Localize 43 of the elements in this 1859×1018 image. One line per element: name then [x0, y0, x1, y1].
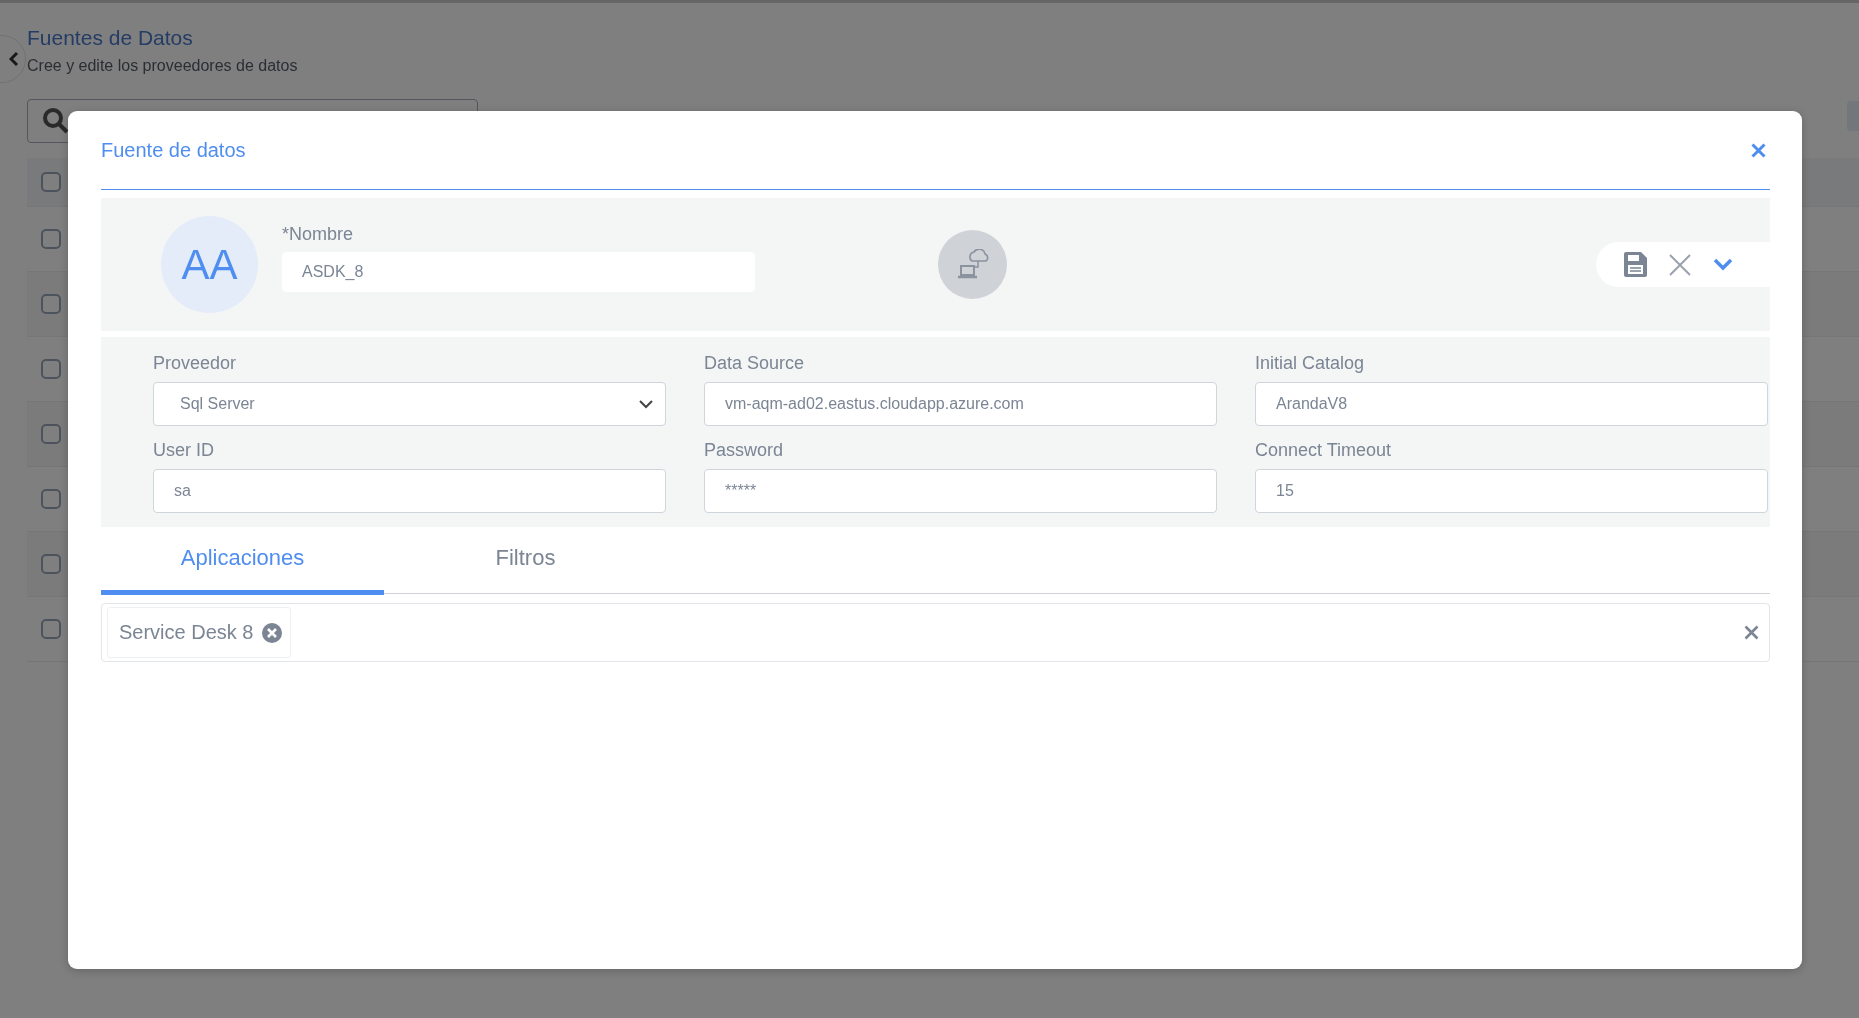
input-field[interactable]: sa [153, 469, 666, 513]
input-field[interactable]: ArandaV8 [1255, 382, 1768, 426]
close-icon [1751, 142, 1766, 158]
field-label: User ID [153, 439, 215, 461]
input-field[interactable]: ***** [704, 469, 1217, 513]
field-label: Data Source [704, 352, 806, 374]
save-button[interactable] [1624, 252, 1647, 277]
checkbox[interactable] [41, 619, 61, 639]
close-circle-icon [261, 622, 282, 643]
page-title: Fuentes de Datos [27, 25, 194, 51]
field-label: Initial Catalog [1255, 352, 1366, 374]
tab[interactable]: Aplicaciones [101, 527, 384, 595]
name-field[interactable]: ASDK_8 [282, 251, 755, 292]
checkbox[interactable] [41, 424, 61, 444]
chevron-down-icon [639, 399, 653, 409]
tab[interactable]: Filtros [384, 527, 667, 595]
field-label: *Nombre [282, 223, 355, 245]
field-label: Password [704, 439, 785, 461]
page-subtitle: Cree y edite los proveedores de datos [27, 57, 299, 75]
clear-button[interactable] [1744, 625, 1759, 640]
chevron-down-icon [1713, 258, 1733, 271]
cancel-button[interactable] [1669, 253, 1691, 276]
checkbox[interactable] [41, 229, 61, 249]
checkbox[interactable] [41, 172, 61, 192]
checkbox[interactable] [41, 554, 61, 574]
checkbox[interactable] [41, 294, 61, 314]
input-field[interactable]: vm-aqm-ad02.eastus.cloudapp.azure.com [704, 382, 1217, 426]
checkbox[interactable] [41, 359, 61, 379]
provider-dropdown[interactable]: Sql Server [153, 382, 666, 426]
field-label: Connect Timeout [1255, 439, 1393, 461]
remove-tag-button[interactable] [261, 622, 282, 643]
expand-button[interactable] [1713, 258, 1733, 271]
dialog-title: Fuente de datos [101, 138, 246, 162]
close-icon [1669, 253, 1691, 276]
field-label: Proveedor [153, 352, 238, 374]
chip-label: Service Desk 8 [119, 621, 254, 644]
close-icon [1744, 625, 1759, 640]
search-icon [42, 107, 70, 135]
applications-field[interactable]: Service Desk 8 [101, 603, 1770, 662]
input-field[interactable]: 15 [1255, 469, 1768, 513]
chevron-left-icon [9, 51, 19, 67]
avatar: AA [161, 216, 258, 313]
checkbox[interactable] [41, 489, 61, 509]
